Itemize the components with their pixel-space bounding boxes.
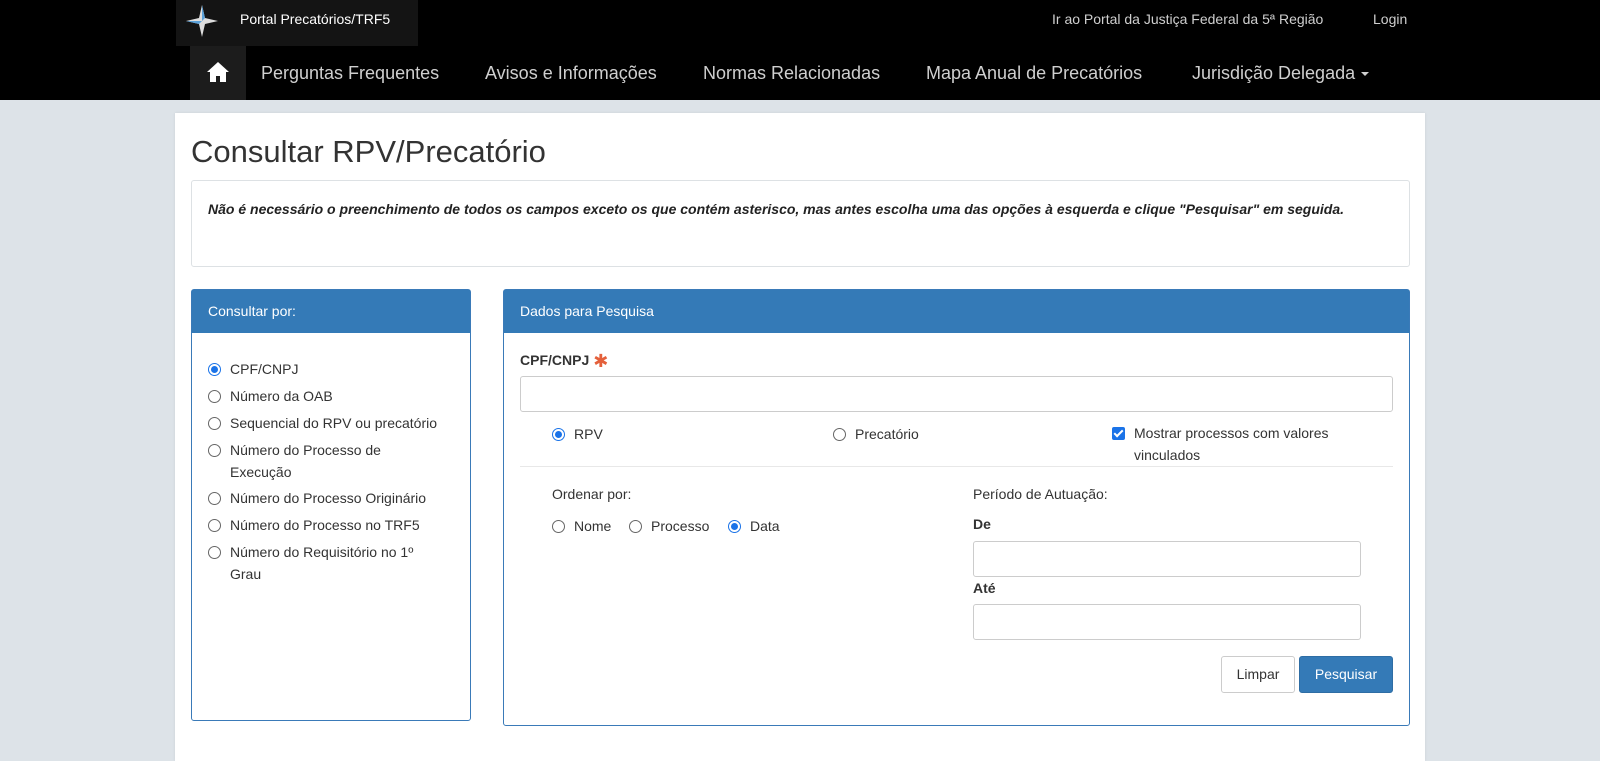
data-de-input[interactable] [973, 541, 1361, 577]
option-label-processo-execucao: Número do Processo de Execução [230, 442, 381, 480]
nav-home[interactable] [190, 46, 246, 100]
portal-link[interactable]: Ir ao Portal da Justiça Federal da 5ª Re… [1052, 10, 1323, 28]
radio-precatorio[interactable] [833, 428, 846, 441]
instruction-note: Não é necessário o preenchimento de todo… [191, 180, 1410, 267]
page-title: Consultar RPV/Precatório [191, 134, 546, 169]
home-icon [207, 62, 229, 82]
nav-avisos-informacoes[interactable]: Avisos e Informações [485, 62, 657, 84]
ordenar-label: Ordenar por: [552, 486, 632, 502]
brand-title[interactable]: Portal Precatórios/TRF5 [240, 10, 390, 28]
limpar-button[interactable]: Limpar [1221, 656, 1295, 693]
data-ate-input[interactable] [973, 604, 1361, 640]
ate-label: Até [973, 580, 996, 596]
rpv-label: RPV [574, 426, 603, 442]
option-label-numero-oab: Número da OAB [230, 388, 333, 404]
pesquisar-button[interactable]: Pesquisar [1299, 656, 1393, 693]
instruction-text: Não é necessário o preenchimento de todo… [208, 201, 1345, 217]
caret-down-icon [1361, 72, 1370, 77]
nav-jurisdicao-delegada[interactable]: Jurisdição Delegada [1192, 62, 1370, 84]
cpf-cnpj-label: CPF/CNPJ ✱ [520, 350, 608, 371]
option-label-processo-originario: Número do Processo Originário [230, 490, 427, 506]
radio-processo-trf5[interactable] [208, 519, 221, 532]
consultar-panel-heading: Consultar por: [192, 290, 470, 333]
radio-ordenar-data[interactable] [728, 520, 741, 533]
option-label-cpf-cnpj: CPF/CNPJ [230, 361, 299, 377]
option-label-processo-trf5: Número do Processo no TRF5 [230, 517, 420, 533]
radio-ordenar-nome[interactable] [552, 520, 565, 533]
trf5-logo-icon [186, 5, 218, 37]
radio-numero-oab[interactable] [208, 390, 221, 403]
radio-cpf-cnpj[interactable] [208, 363, 221, 376]
section-divider [520, 466, 1393, 467]
required-asterisk-icon: ✱ [593, 351, 609, 371]
ordenar-data-label: Data [750, 518, 780, 534]
login-link[interactable]: Login [1373, 10, 1407, 28]
precatorio-label: Precatório [855, 426, 919, 442]
radio-ordenar-processo[interactable] [629, 520, 642, 533]
nav-perguntas-frequentes[interactable]: Perguntas Frequentes [261, 62, 439, 84]
de-label: De [973, 516, 991, 532]
mostrar-valores-label: Mostrar processos com valores vinculados [1134, 425, 1329, 463]
radio-rpv[interactable] [552, 428, 565, 441]
cpf-cnpj-input[interactable] [520, 376, 1393, 412]
radio-sequencial[interactable] [208, 417, 221, 430]
nav-normas-relacionadas[interactable]: Normas Relacionadas [703, 62, 880, 84]
nav-mapa-anual[interactable]: Mapa Anual de Precatórios [926, 62, 1142, 84]
periodo-autuacao-label: Período de Autuação: [973, 486, 1108, 502]
dados-panel-heading: Dados para Pesquisa [504, 290, 1409, 333]
nav-jurisdicao-label: Jurisdição Delegada [1192, 63, 1356, 83]
cpf-cnpj-label-text: CPF/CNPJ [520, 352, 590, 368]
ordenar-nome-label: Nome [574, 518, 612, 534]
option-label-requisitorio: Número do Requisitório no 1º Grau [230, 544, 414, 582]
ordenar-processo-label: Processo [651, 518, 710, 534]
option-label-sequencial: Sequencial do RPV ou precatório [230, 415, 438, 431]
radio-processo-originario[interactable] [208, 492, 221, 505]
mostrar-valores-checkbox[interactable] [1112, 427, 1125, 440]
radio-requisitorio[interactable] [208, 546, 221, 559]
radio-processo-execucao[interactable] [208, 444, 221, 457]
